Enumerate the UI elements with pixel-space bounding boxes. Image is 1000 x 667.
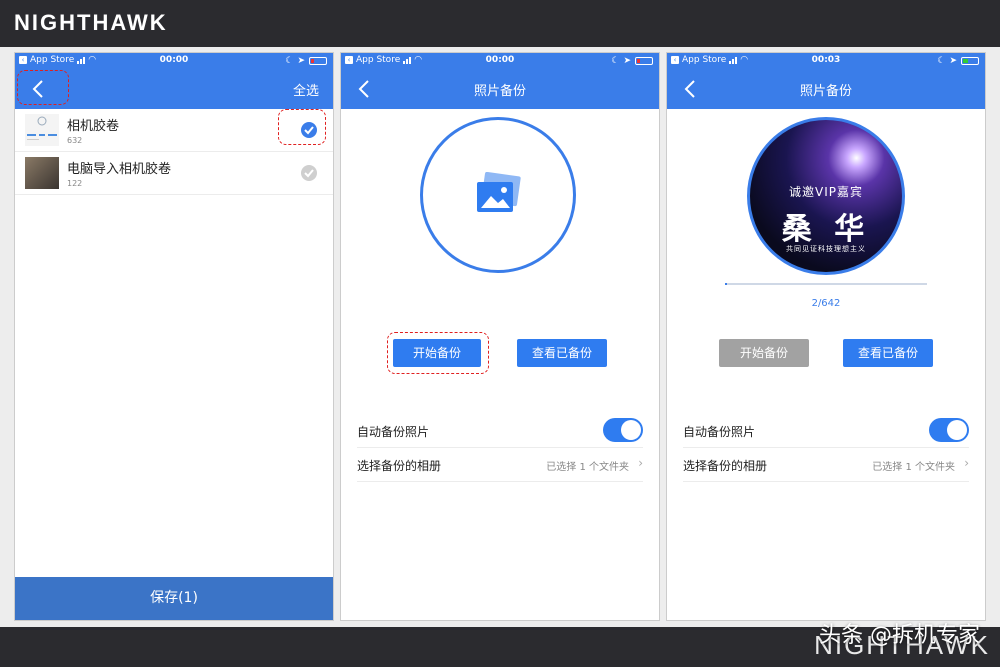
- highlight-checkbox: [278, 109, 326, 145]
- backup-progress-text: 2/642: [811, 298, 841, 309]
- select-album-label: 选择备份的相册: [357, 459, 442, 473]
- album-name: 电脑导入相机胶卷: [67, 162, 172, 177]
- view-backup-button[interactable]: 查看已备份: [843, 339, 933, 367]
- vip-line2: 桑 华: [781, 212, 871, 247]
- moon-icon: ☾: [937, 56, 946, 66]
- select-album-setting[interactable]: 选择备份的相册 已选择 1 个文件夹 ›: [683, 448, 969, 482]
- checkmark-unselected-icon[interactable]: [301, 165, 317, 181]
- location-icon: ➤: [297, 56, 305, 66]
- screenshot-stage: ‹ App Store ◠ 00:00 ☾ ➤ 全选 相机胶卷 632 电脑导入相机胶…: [0, 47, 1000, 627]
- status-bar: ‹ App Store ◠ 00:00 ☾ ➤: [15, 53, 333, 69]
- watermark-text: 头条 @拆机专家: [819, 623, 980, 648]
- backup-circle: [420, 117, 576, 273]
- select-album-value: 已选择 1 个文件夹: [872, 462, 955, 473]
- start-backup-button-disabled: 开始备份: [719, 339, 809, 367]
- save-button[interactable]: 保存(1): [15, 577, 333, 620]
- moon-icon: ☾: [285, 56, 294, 66]
- album-thumbnail: [25, 157, 59, 189]
- page-title: 照片备份: [473, 84, 526, 99]
- auto-backup-label: 自动备份照片: [357, 425, 430, 439]
- select-all-button[interactable]: 全选: [293, 80, 319, 99]
- auto-backup-setting: 自动备份照片: [683, 414, 969, 448]
- highlight-start-backup: [387, 332, 489, 374]
- location-icon: ➤: [623, 56, 631, 66]
- nav-bar: 照片备份: [341, 69, 659, 109]
- vip-line1: 诚邀VIP嘉宾: [789, 185, 863, 199]
- auto-backup-setting: 自动备份照片: [357, 414, 643, 448]
- view-backup-button[interactable]: 查看已备份: [517, 339, 607, 367]
- status-bar: ‹ App Store ◠ 00:00 ☾ ➤: [341, 53, 659, 69]
- nav-bar: 照片备份: [667, 69, 985, 109]
- chevron-right-icon: ›: [638, 456, 643, 470]
- location-icon: ➤: [949, 56, 957, 66]
- album-count: 122: [67, 179, 83, 188]
- backup-progress-fill: [725, 283, 727, 285]
- battery-icon: [309, 57, 327, 65]
- photo-icon: [477, 172, 521, 212]
- brand-logo-top: NIGHTHAWK: [14, 10, 168, 35]
- page-title: 照片备份: [799, 84, 852, 99]
- status-bar: ‹ App Store ◠ 00:03 ☾ ➤: [667, 53, 985, 69]
- album-thumbnail: [25, 114, 59, 146]
- highlight-back-button: [17, 70, 69, 105]
- album-count: 632: [67, 136, 83, 145]
- select-album-value: 已选择 1 个文件夹: [546, 462, 629, 473]
- backup-progress-bar: [725, 283, 927, 285]
- select-album-setting[interactable]: 选择备份的相册 已选择 1 个文件夹 ›: [357, 448, 643, 482]
- phone-album-select: ‹ App Store ◠ 00:00 ☾ ➤ 全选 相机胶卷 632 电脑导入相机胶…: [15, 53, 333, 620]
- auto-backup-label: 自动备份照片: [683, 425, 756, 439]
- auto-backup-toggle[interactable]: [929, 418, 969, 442]
- phone-backup-progress: ‹ App Store ◠ 00:03 ☾ ➤ 照片备份 诚邀VIP嘉宾 桑 华 共同…: [667, 53, 985, 620]
- album-name: 相机胶卷: [67, 119, 120, 134]
- current-photo-preview: 诚邀VIP嘉宾 桑 华 共同见证科技理想主义: [747, 117, 905, 275]
- album-row-pc-import[interactable]: 电脑导入相机胶卷 122: [15, 152, 333, 195]
- select-album-label: 选择备份的相册: [683, 459, 768, 473]
- battery-icon: [635, 57, 653, 65]
- phone-photo-backup: ‹ App Store ◠ 00:00 ☾ ➤ 照片备份 开始备份 查看已备份 自动备…: [341, 53, 659, 620]
- auto-backup-toggle[interactable]: [603, 418, 643, 442]
- moon-icon: ☾: [611, 56, 620, 66]
- battery-icon: [961, 57, 979, 65]
- chevron-right-icon: ›: [964, 456, 969, 470]
- vip-line3: 共同见证科技理想主义: [786, 245, 866, 253]
